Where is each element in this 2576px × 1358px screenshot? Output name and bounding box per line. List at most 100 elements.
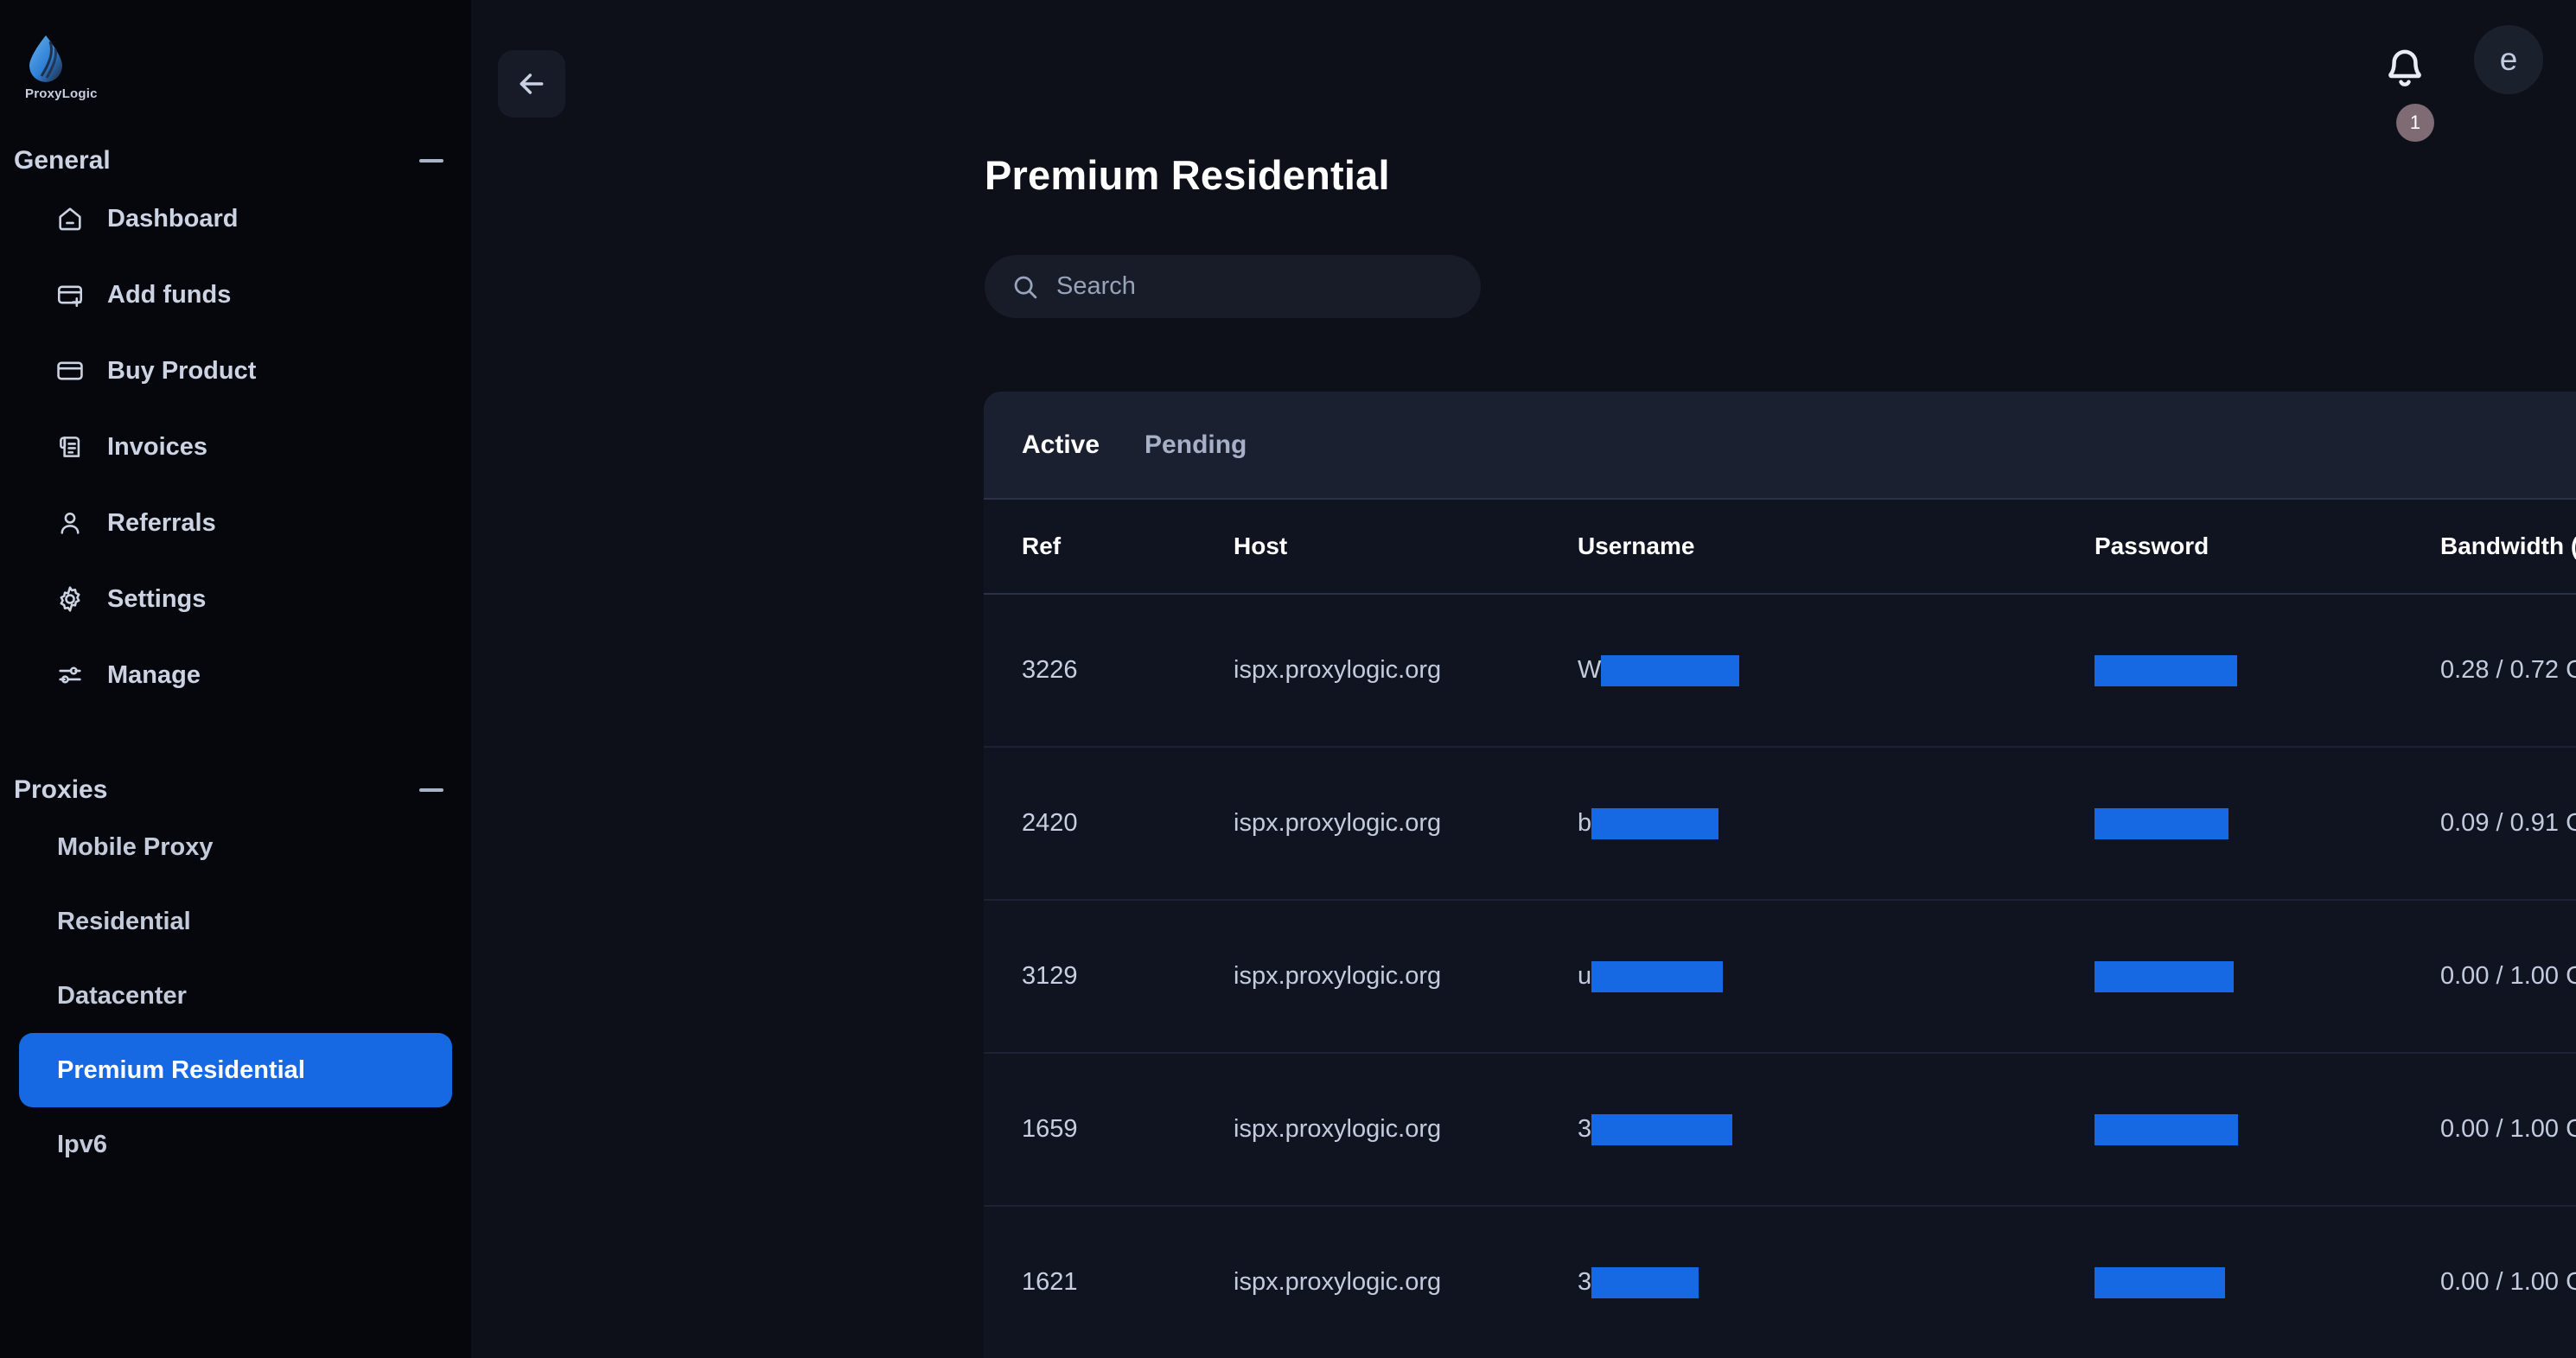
sidebar-item-label: Ipv6 <box>57 1130 108 1158</box>
sidebar-item-label: Premium Residential <box>57 1055 305 1084</box>
password-redaction-bar <box>2095 1266 2225 1298</box>
avatar-initial: e <box>2499 41 2518 77</box>
cell-ref: 2420 <box>1022 809 1078 837</box>
cell-password <box>2095 654 2440 686</box>
sidebar-item-buy-product[interactable]: Buy Product <box>19 333 452 409</box>
table-row[interactable]: 1659ispx.proxylogic.org30.00 / 1.00 GBHT… <box>984 1054 2576 1207</box>
cell-host: ispx.proxylogic.org <box>1234 1268 1442 1296</box>
column-header-host: Host <box>1234 532 1288 559</box>
username-prefix: W <box>1578 656 1602 684</box>
section-header-general[interactable]: General <box>0 141 471 181</box>
section-header-proxies[interactable]: Proxies <box>0 770 471 810</box>
table-header-row: Ref Host Username Password Bandwidth (Us… <box>984 500 2576 595</box>
brand-name: ProxyLogic <box>25 86 98 101</box>
arrow-left-icon <box>520 73 544 94</box>
cell-password <box>2095 960 2440 992</box>
home-icon <box>55 204 85 233</box>
notification-badge: 1 <box>2396 104 2434 142</box>
username-prefix: 3 <box>1578 1115 1592 1143</box>
cell-username: 3 <box>1578 1113 2095 1145</box>
table-row[interactable]: 3226ispx.proxylogic.orgW0.28 / 0.72 GBHT… <box>984 595 2576 748</box>
cell-host: ispx.proxylogic.org <box>1234 656 1442 684</box>
column-header-password: Password <box>2095 532 2209 559</box>
username-redaction-bar <box>1591 1266 1699 1298</box>
sidebar-item-settings[interactable]: Settings <box>19 561 452 637</box>
cell-ref: 1659 <box>1022 1115 1078 1143</box>
column-header-ref: Ref <box>1022 532 1062 559</box>
cell-bandwidth: 0.00 / 1.00 GB <box>2440 1115 2576 1143</box>
search-input[interactable] <box>1056 272 1455 301</box>
sidebar-item-label: Dashboard <box>107 204 239 233</box>
minus-icon[interactable] <box>419 159 443 163</box>
cell-host: ispx.proxylogic.org <box>1234 809 1442 837</box>
user-icon <box>55 508 85 538</box>
tab-active[interactable]: Active <box>1022 430 1100 460</box>
table-row[interactable]: 3129ispx.proxylogic.orgu0.00 / 1.00 GBHT… <box>984 901 2576 1054</box>
password-redaction-bar <box>2095 960 2234 992</box>
sidebar-item-invoices[interactable]: Invoices <box>19 409 452 485</box>
brand-logo[interactable]: ProxyLogic <box>0 0 130 101</box>
sidebar-item-label: Mobile Proxy <box>57 832 214 861</box>
water-drop-logo-icon <box>29 35 62 82</box>
credit-card-icon <box>55 356 85 386</box>
search-box[interactable] <box>985 255 1481 318</box>
sidebar-item-ipv6[interactable]: Ipv6 <box>19 1107 452 1182</box>
table-row[interactable]: 1621ispx.proxylogic.org30.00 / 1.00 GBHT… <box>984 1207 2576 1358</box>
sidebar-item-label: Add funds <box>107 280 232 309</box>
username-redaction-bar <box>1591 807 1719 839</box>
sidebar-item-label: Referrals <box>107 508 216 537</box>
cell-bandwidth: 0.00 / 1.00 GB <box>2440 1268 2576 1296</box>
sidebar-item-label: Invoices <box>107 432 208 461</box>
sidebar-item-label: Buy Product <box>107 356 257 385</box>
section-title-general: General <box>14 146 111 175</box>
sidebar-item-datacenter[interactable]: Datacenter <box>19 959 452 1033</box>
sidebar-item-dashboard[interactable]: Dashboard <box>19 181 452 257</box>
cell-ref: 1621 <box>1022 1268 1078 1296</box>
sidebar-item-label: Datacenter <box>57 981 187 1010</box>
username-redaction-bar <box>1601 654 1740 686</box>
cell-bandwidth: 0.00 / 1.00 GB <box>2440 962 2576 990</box>
sliders-icon <box>55 660 85 690</box>
cell-bandwidth: 0.28 / 0.72 GB <box>2440 656 2576 684</box>
password-redaction-bar <box>2095 807 2228 839</box>
username-redaction-bar <box>1591 960 1724 992</box>
sidebar-item-residential[interactable]: Residential <box>19 884 452 959</box>
app-root: ProxyLogic General Dashboard Add funds B… <box>0 0 2576 1358</box>
minus-icon[interactable] <box>419 788 443 792</box>
tab-bar: Active Pending <box>984 392 2576 500</box>
search-icon <box>1014 276 1037 299</box>
bell-icon <box>2388 49 2421 86</box>
section-title-proxies: Proxies <box>14 775 108 804</box>
main-content: 1 e Premium Residential Active Pending R… <box>471 0 2576 1358</box>
column-header-bandwidth: Bandwidth (Used / Purchased) <box>2440 532 2576 559</box>
invoice-icon <box>55 432 85 462</box>
back-button[interactable] <box>498 50 565 118</box>
username-prefix: u <box>1578 962 1592 990</box>
sidebar-item-add-funds[interactable]: Add funds <box>19 257 452 333</box>
sidebar-item-label: Settings <box>107 584 207 613</box>
cell-username: W <box>1578 654 2095 686</box>
sidebar-item-label: Manage <box>107 660 201 689</box>
sidebar: ProxyLogic General Dashboard Add funds B… <box>0 0 471 1358</box>
topbar: 1 e <box>471 0 2576 164</box>
sidebar-item-premium-residential[interactable]: Premium Residential <box>19 1033 452 1107</box>
username-prefix: 3 <box>1578 1268 1592 1296</box>
password-redaction-bar <box>2095 654 2237 686</box>
cell-username: 3 <box>1578 1266 2095 1298</box>
cell-host: ispx.proxylogic.org <box>1234 1115 1442 1143</box>
sidebar-item-referrals[interactable]: Referrals <box>19 485 452 561</box>
table-row[interactable]: 2420ispx.proxylogic.orgb0.09 / 0.91 GBHT… <box>984 748 2576 901</box>
notifications-button[interactable]: 1 <box>2382 45 2434 142</box>
username-prefix: b <box>1578 809 1592 837</box>
avatar[interactable]: e <box>2474 25 2543 94</box>
cell-password <box>2095 1266 2440 1298</box>
sidebar-item-manage[interactable]: Manage <box>19 637 452 713</box>
sidebar-item-mobile-proxy[interactable]: Mobile Proxy <box>19 810 452 884</box>
sidebar-section-general: General Dashboard Add funds Buy Product … <box>0 141 471 713</box>
cell-username: b <box>1578 807 2095 839</box>
cell-password <box>2095 807 2440 839</box>
page-title: Premium Residential <box>985 152 1390 198</box>
cell-username: u <box>1578 960 2095 992</box>
tab-pending[interactable]: Pending <box>1145 430 1247 460</box>
gear-icon <box>55 584 85 614</box>
